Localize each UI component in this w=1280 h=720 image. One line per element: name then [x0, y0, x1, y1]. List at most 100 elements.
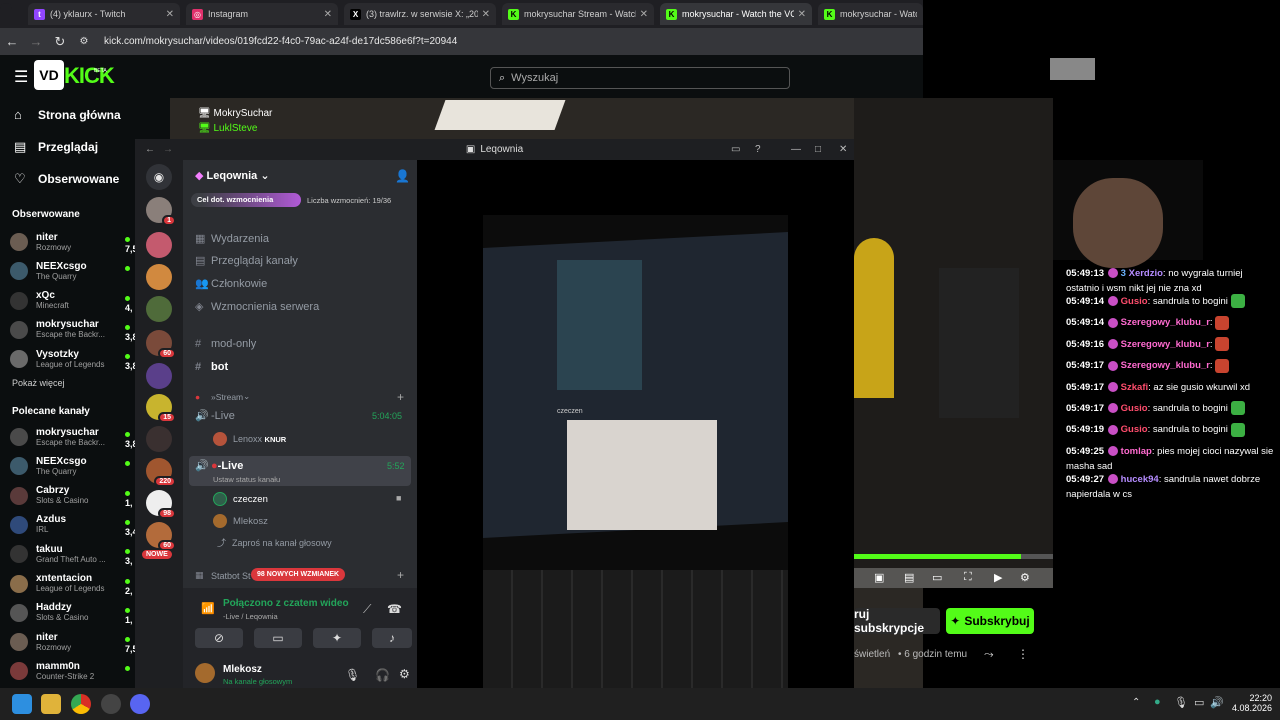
channel-item[interactable]: Cabrzy Slots & Casino 1,: [10, 482, 135, 510]
chat-username[interactable]: Szeregowy_klubu_r: [1121, 339, 1210, 350]
chrome-icon[interactable]: [71, 694, 91, 714]
clip-icon[interactable]: ▤: [904, 571, 914, 584]
channel-item[interactable]: NEEXcsgo The Quarry: [10, 257, 135, 285]
channel-item[interactable]: mamm0n Counter-Strike 2: [10, 657, 135, 685]
channel-item[interactable]: Vysotzky League of Legends 3,8: [10, 345, 138, 373]
chat-username[interactable]: Gusio: [1121, 403, 1148, 414]
close-icon[interactable]: ✕: [839, 144, 847, 155]
menu-boosts[interactable]: ◈ Wzmocnienia serwera: [195, 300, 319, 314]
server-icon[interactable]: 1: [146, 197, 176, 226]
invite-voice[interactable]: ⤴ Zaproś na kanał głosowy: [217, 536, 332, 549]
channel-status[interactable]: Ustaw status kanału: [213, 475, 280, 484]
server-icon[interactable]: 15: [146, 394, 176, 423]
play-icon[interactable]: ▶: [994, 571, 1002, 584]
tray-app-icon[interactable]: ●: [1154, 696, 1161, 708]
chat-username[interactable]: hucek94: [1121, 474, 1159, 485]
menu-icon[interactable]: ☰: [14, 67, 28, 87]
tab-instagram[interactable]: ◎ Instagram ✕: [186, 3, 338, 25]
close-icon[interactable]: ✕: [166, 9, 174, 20]
pip-icon[interactable]: ▣: [874, 571, 884, 584]
subscribe-button[interactable]: ✦ Subskrybuj: [946, 608, 1034, 634]
server-icon[interactable]: 98: [146, 490, 176, 519]
reload-icon[interactable]: ↻: [48, 34, 72, 50]
channel-item[interactable]: niter Rozmowy 7,5: [10, 228, 138, 256]
noise-icon[interactable]: ⟋: [363, 602, 371, 617]
close-icon[interactable]: ✕: [482, 9, 490, 20]
file-explorer-icon[interactable]: [41, 694, 61, 714]
menu-browse-channels[interactable]: ▤ Przeglądaj kanały: [195, 254, 298, 268]
server-icon[interactable]: [146, 264, 172, 290]
add-member-icon[interactable]: 👤: [395, 169, 410, 183]
server-icon[interactable]: [146, 426, 172, 452]
more-icon[interactable]: ⋮: [1017, 647, 1029, 661]
disconnect-icon[interactable]: ☎: [387, 602, 402, 616]
gift-subscription-button[interactable]: ruj subskrypcje: [854, 607, 940, 635]
mentions-badge[interactable]: 98 NOWYCH WZMIANEK: [251, 568, 346, 581]
connection-status[interactable]: Połączono z czatem wideo: [223, 598, 349, 609]
server-icon[interactable]: 60: [146, 330, 176, 359]
channel-bot[interactable]: # bot: [195, 361, 228, 373]
menu-events[interactable]: ▦ Wydarzenia: [195, 232, 269, 246]
server-icon[interactable]: [146, 296, 172, 322]
chat-username[interactable]: Szkafi: [1121, 382, 1148, 393]
minimize-icon[interactable]: —: [791, 144, 801, 155]
boost-count[interactable]: Liczba wzmocnień: 19/36: [307, 196, 391, 205]
headphones-icon[interactable]: 🎧: [375, 668, 390, 682]
add-channel-icon[interactable]: +: [397, 390, 404, 404]
channel-item[interactable]: Azdus IRL 3,4: [10, 511, 138, 539]
voice-user[interactable]: czeczen: [213, 492, 268, 506]
chat-username[interactable]: Xerdzio: [1129, 268, 1163, 279]
channel-mod-only[interactable]: # mod-only: [195, 338, 256, 350]
forward-icon[interactable]: →: [163, 144, 173, 155]
server-icon[interactable]: [146, 363, 172, 389]
chat-username[interactable]: Gusio: [1121, 296, 1148, 307]
windows-start-icon[interactable]: [12, 694, 32, 714]
voice-channel-2[interactable]: 🔊 ● -Live: [195, 459, 243, 473]
tab-kick-vod-2[interactable]: Kmokrysuchar - Watch the: [818, 3, 923, 25]
channel-item[interactable]: takuu Grand Theft Auto ... 3,: [10, 540, 135, 568]
channel-item[interactable]: mokrysuchar Escape the Backr... 3,8: [10, 316, 138, 344]
back-icon[interactable]: ←: [0, 34, 24, 49]
server-icon[interactable]: [146, 232, 172, 258]
video-progress-track[interactable]: [854, 554, 1053, 559]
channel-item[interactable]: mokrysuchar Escape the Backr... 3,8: [10, 423, 138, 451]
tab-twitch[interactable]: t (4) yklaurx - Twitch ✕: [28, 3, 180, 25]
chevron-up-icon[interactable]: ⌃: [1132, 697, 1140, 708]
show-more-link[interactable]: Pokaż więcej: [12, 378, 65, 388]
camera-off-button[interactable]: ⊘: [195, 628, 243, 648]
search-input[interactable]: ⌕ Wyszukaj: [490, 67, 790, 89]
nav-home[interactable]: ⌂ Strona główna: [14, 107, 121, 122]
maximize-icon[interactable]: □: [815, 144, 821, 155]
activities-button[interactable]: ✦: [313, 628, 361, 648]
category-stream[interactable]: ●» Stream ⌄: [195, 391, 250, 402]
voice-user[interactable]: Mlekosz: [213, 514, 268, 528]
site-info-icon[interactable]: ⚙: [72, 36, 96, 47]
clock[interactable]: 22:20 4.08.2026: [1232, 693, 1272, 713]
volume-icon[interactable]: 🔊: [1210, 696, 1224, 709]
url-text[interactable]: kick.com/mokrysuchar/videos/019fcd22-f4c…: [104, 36, 457, 47]
obs-icon[interactable]: [101, 694, 121, 714]
server-name[interactable]: ◆ Leqownia ⌄: [195, 169, 270, 182]
server-icon[interactable]: 220: [146, 458, 176, 487]
settings-icon[interactable]: ⚙: [1020, 571, 1030, 584]
forward-icon[interactable]: →: [24, 34, 48, 49]
chat-username[interactable]: Szeregowy_klubu_r: [1121, 317, 1210, 328]
nav-following[interactable]: ♡ Obserwowane: [14, 171, 119, 187]
connection-channel[interactable]: -Live / Leqownia: [223, 612, 278, 621]
channel-item[interactable]: niter Rozmowy 7,5: [10, 628, 138, 656]
kick-logo[interactable]: KICK: [64, 63, 115, 89]
close-icon[interactable]: ✕: [324, 9, 332, 20]
channel-item[interactable]: xQc Minecraft 4,: [10, 287, 135, 315]
tab-x[interactable]: X (3) trawlrz. w serwisie X: „2026/... ✕: [344, 3, 496, 25]
add-channel-icon[interactable]: +: [397, 568, 404, 582]
share-icon[interactable]: ⤳: [984, 647, 994, 662]
tab-kick-vod[interactable]: Kmokrysuchar - Watch the VOD ✕: [660, 3, 812, 25]
inbox-icon[interactable]: ▭: [731, 144, 740, 155]
chat-username[interactable]: tomlap: [1121, 446, 1152, 457]
chat-username[interactable]: Szeregowy_klubu_r: [1121, 360, 1210, 371]
avatar[interactable]: [195, 663, 215, 683]
theater-icon[interactable]: ▭: [932, 571, 942, 584]
help-icon[interactable]: ?: [755, 144, 761, 155]
video-call-stream[interactable]: czeczen: [417, 160, 854, 688]
back-icon[interactable]: ←: [145, 144, 155, 155]
